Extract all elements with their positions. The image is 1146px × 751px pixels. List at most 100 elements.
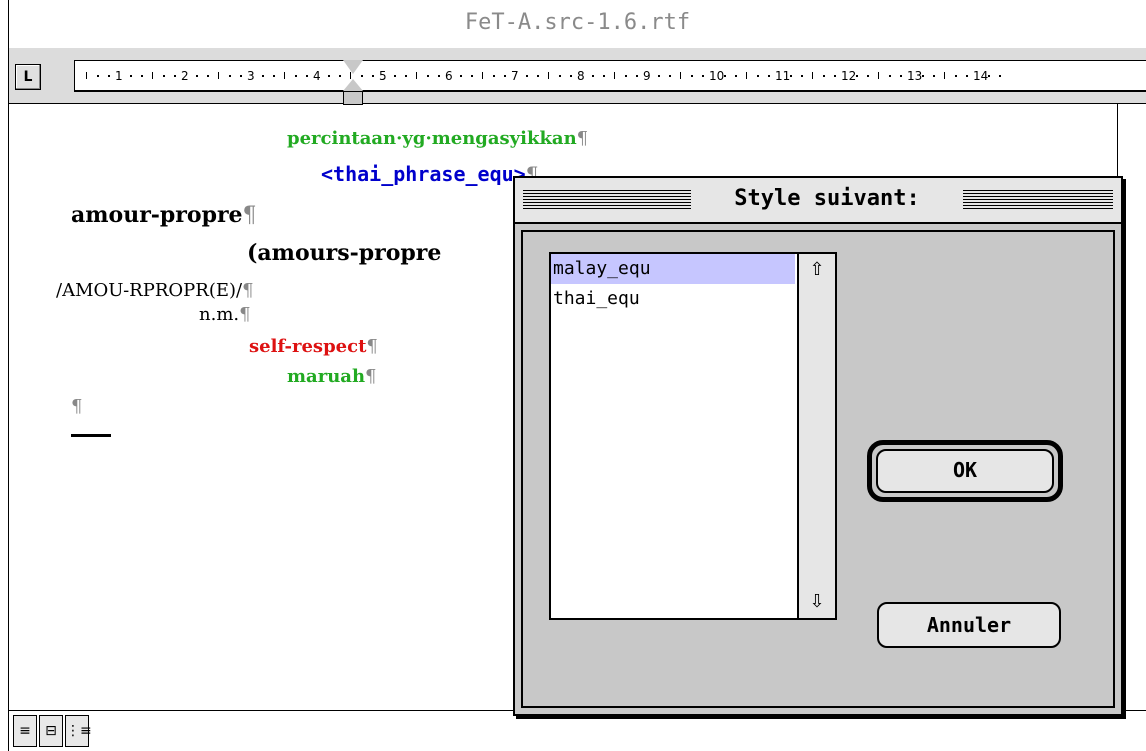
style-listbox[interactable]: malay_equ thai_equ ⇧ ⇩ (549, 252, 837, 620)
ruler-baseline (75, 90, 1146, 91)
ruler-tick (416, 72, 417, 79)
ruler-tick (658, 75, 660, 77)
left-indent-marker[interactable] (343, 79, 363, 91)
dialog-title: Style suivant: (691, 186, 963, 211)
doc-line-3: amour-propre¶ (71, 202, 257, 228)
ruler-tick (790, 75, 792, 77)
ruler-tick (614, 72, 615, 79)
ruler-tick (680, 72, 681, 79)
ok-button[interactable]: OK (867, 440, 1063, 502)
cancel-button[interactable]: Annuler (877, 602, 1061, 648)
ruler[interactable]: 1 2 3 4 5 6 7 8 9 10 11 12 13 14 (74, 60, 1146, 105)
ruler-tick (878, 72, 879, 79)
ruler-tick (493, 75, 495, 77)
ruler-tick (944, 72, 945, 79)
ruler-tick (867, 75, 869, 77)
ruler-tick (603, 75, 605, 77)
ruler-tick (834, 75, 836, 77)
ruler-tick (592, 75, 594, 77)
ruler-tick (361, 75, 363, 77)
ruler-tick (163, 75, 165, 77)
ruler-tick (812, 72, 813, 79)
ruler-number: 12 (841, 69, 857, 83)
style-list-item-malay-equ[interactable]: malay_equ (551, 254, 795, 284)
doc-line-9: ¶ (71, 396, 83, 417)
doc-line-8: maruah¶ (287, 366, 377, 387)
ruler-tick (889, 75, 891, 77)
window-title: FeT-A.src-1.6.rtf (464, 10, 691, 35)
ruler-tick (900, 75, 902, 77)
first-line-indent-marker[interactable] (343, 60, 363, 74)
ruler-tick (504, 75, 506, 77)
style-list-scrollbar[interactable]: ⇧ ⇩ (797, 254, 835, 618)
style-list: malay_equ thai_equ (551, 254, 795, 618)
ruler-tick (801, 75, 803, 77)
ruler-tick (746, 72, 747, 79)
doc-line-5: /AMOU-RPROPR(E)/¶ (56, 280, 254, 301)
ok-button-label: OK (876, 449, 1054, 493)
ruler-tick (724, 75, 726, 77)
title-stripes-right (963, 190, 1113, 210)
ruler-tick (966, 75, 968, 77)
ruler-number: 6 (445, 69, 453, 83)
text-cursor (71, 434, 111, 437)
title-bar[interactable]: FeT-A.src-1.6.rtf (9, 0, 1146, 49)
ruler-tick (372, 75, 374, 77)
ruler-tick (339, 75, 341, 77)
ruler-tick (537, 75, 539, 77)
ruler-tick (174, 75, 176, 77)
ruler-tick (636, 75, 638, 77)
ruler-tick (207, 75, 209, 77)
doc-line-7: self-respect¶ (249, 336, 378, 357)
ruler-tick (438, 75, 440, 77)
ruler-tick (108, 75, 110, 77)
ruler-number: 7 (511, 69, 519, 83)
doc-line-2: <thai_phrase_equ>¶ (321, 162, 539, 186)
ruler-tick (988, 75, 990, 77)
style-list-item-thai-equ[interactable]: thai_equ (551, 284, 795, 314)
ruler-tick (229, 75, 231, 77)
ruler-tick (130, 75, 132, 77)
ruler-tick (350, 72, 351, 79)
ruler-tick (273, 75, 275, 77)
ruler-tick (922, 75, 924, 77)
scroll-up-arrow-icon[interactable]: ⇧ (805, 258, 829, 282)
ruler-tick (548, 72, 549, 79)
scroll-down-arrow-icon[interactable]: ⇩ (805, 590, 829, 614)
ruler-tick (757, 75, 759, 77)
ruler-tick (702, 75, 704, 77)
doc-line-6: n.m.¶ (199, 304, 251, 325)
ruler-tick (482, 72, 483, 79)
ruler-tick (97, 75, 99, 77)
bottom-toolbar: ≡ ⊟ ⋮≡ (9, 710, 1146, 751)
doc-line-1: percintaan·yg·mengasyikkan¶ (287, 128, 589, 149)
ruler-number: 11 (775, 69, 791, 83)
ruler-tick (262, 75, 264, 77)
ruler-tick (86, 72, 87, 79)
left-indent-box-marker[interactable] (343, 91, 363, 105)
ruler-tick (856, 75, 858, 77)
ruler-number: 8 (577, 69, 585, 83)
ruler-number: 4 (313, 69, 321, 83)
normal-view-button[interactable]: ≡ (13, 715, 37, 747)
outline-view-button[interactable]: ⋮≡ (65, 715, 92, 747)
ruler-tick (218, 72, 219, 79)
ruler-tick (152, 72, 153, 79)
ruler-number: 10 (709, 69, 725, 83)
ruler-number: 5 (379, 69, 387, 83)
tab-style-button[interactable]: L (15, 64, 41, 90)
ruler-tick (823, 75, 825, 77)
ruler-number: 1 (115, 69, 123, 83)
ruler-tick (471, 75, 473, 77)
page-view-button[interactable]: ⊟ (39, 715, 63, 747)
ruler-tick (240, 75, 242, 77)
dialog-title-bar[interactable]: Style suivant: (515, 178, 1121, 224)
doc-line-4: (amours-propre (247, 240, 442, 266)
ruler-tick (933, 75, 935, 77)
ruler-tick (999, 75, 1001, 77)
ruler-tick (669, 75, 671, 77)
ruler-tick (526, 75, 528, 77)
ruler-tick (955, 75, 957, 77)
ruler-number: 3 (247, 69, 255, 83)
ruler-tick (141, 75, 143, 77)
